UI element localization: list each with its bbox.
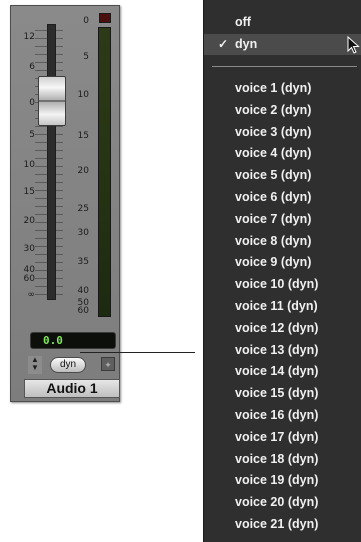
volume-display[interactable]: 0.0 [30,332,116,349]
level-meter [98,27,111,317]
menu-item[interactable]: voice 9 (dyn) [204,252,361,273]
menu-item[interactable]: off [204,12,361,33]
menu-item-label: voice 15 (dyn) [235,386,319,401]
menu-item[interactable]: voice 6 (dyn) [204,187,361,208]
track-name-label[interactable]: Audio 1 [24,379,120,398]
fader-scale-label: ∞ [27,290,36,300]
menu-item[interactable]: voice 7 (dyn) [204,209,361,230]
menu-item-label: voice 14 (dyn) [235,364,319,379]
volume-fader-handle[interactable] [38,76,66,126]
menu-item-label: voice 13 (dyn) [235,342,319,357]
meter-scale-label: 40 [77,286,89,296]
fader-scale-label: 12 [23,32,35,42]
automation-mode-button[interactable]: dyn [50,357,86,373]
menu-item-label: voice 12 (dyn) [235,320,319,335]
menu-item-label: voice 1 (dyn) [235,81,312,95]
fader-track[interactable] [47,24,56,300]
menu-item-label: voice 18 (dyn) [235,451,319,466]
menu-item[interactable]: voice 16 (dyn) [204,405,361,426]
up-down-stepper-icon[interactable]: ▲ ▼ [28,356,42,374]
fader-scale-label: 20 [23,216,35,226]
menu-item-label: voice 8 (dyn) [235,233,312,248]
meter-scale-label: 25 [77,204,89,214]
menu-item[interactable]: voice 14 (dyn) [204,361,361,382]
menu-item-label: voice 10 (dyn) [235,277,319,292]
menu-item[interactable]: voice 5 (dyn) [204,165,361,186]
menu-item[interactable]: voice 20 (dyn) [204,492,361,513]
menu-item[interactable]: voice 15 (dyn) [204,383,361,404]
menu-item-label: voice 4 (dyn) [235,146,312,161]
menu-item[interactable]: voice 13 (dyn) [204,340,361,361]
menu-item-label: voice 16 (dyn) [235,408,319,422]
fader-scale-label: 0 [29,98,35,108]
automation-mode-menu: off ✓ dyn voice 1 (dyn) voice 2 (dyn) voice 3… [203,0,361,542]
arrow-cursor-icon [347,36,360,54]
menu-item[interactable]: voice 19 (dyn) [204,470,361,491]
menu-item-label: dyn [235,37,258,51]
meter-scale-label: 60 [77,306,89,316]
menu-item[interactable]: voice 18 (dyn) [204,449,361,470]
meter-scale: 0 5 10 15 20 25 30 35 40 50 60 [71,16,89,316]
fader-scale-label: 15 [23,187,35,197]
meter-scale-label: 20 [77,166,89,176]
menu-item[interactable]: voice 4 (dyn) [204,143,361,164]
menu-item[interactable]: voice 1 (dyn) [204,78,361,99]
fader-scale-label: 5 [29,130,35,140]
menu-item[interactable]: voice 10 (dyn) [204,274,361,295]
fader-scale-label: 60 [23,274,35,284]
clip-indicator-led[interactable] [99,13,111,23]
menu-item[interactable]: voice 8 (dyn) [204,231,361,252]
menu-item-label: voice 3 (dyn) [235,124,312,139]
meter-scale-label: 10 [77,90,89,100]
channel-strip: 12 6 0 5 10 15 20 30 40 60 ∞ 0 5 10 15 20 25 30 35 40 50 60 … [10,5,120,402]
fader-scale-label: 6 [29,62,35,72]
menu-item-label: voice 5 (dyn) [235,168,312,183]
callout-line [80,352,195,353]
menu-item[interactable]: voice 3 (dyn) [204,122,361,143]
menu-item[interactable]: voice 11 (dyn) [204,296,361,317]
meter-scale-label: 5 [83,52,89,62]
meter-scale-label: 0 [83,16,89,26]
menu-item-label: voice 17 (dyn) [235,429,319,444]
menu-item-label: voice 19 (dyn) [235,473,319,488]
menu-item[interactable]: voice 12 (dyn) [204,318,361,339]
menu-item-label: off [235,15,251,29]
menu-item-label: voice 6 (dyn) [235,190,312,204]
menu-item-label: voice 21 (dyn) [235,517,319,531]
meter-scale-label: 30 [77,228,89,238]
fader-scale: 12 6 0 5 10 15 20 30 40 60 ∞ [21,26,35,306]
fader-scale-label: 30 [23,244,35,254]
checkmark-icon: ✓ [218,37,229,51]
menu-item-label: voice 7 (dyn) [235,211,312,226]
menu-item[interactable]: ✓ dyn [204,34,361,55]
meter-scale-label: 15 [77,131,89,141]
menu-item[interactable]: voice 21 (dyn) [204,514,361,535]
fader-scale-label: 10 [23,160,35,170]
mix-window-icon[interactable]: ✦ [101,357,115,371]
menu-separator [212,66,357,67]
menu-item-label: voice 11 (dyn) [235,299,318,313]
menu-item[interactable]: voice 17 (dyn) [204,427,361,448]
menu-item-label: voice 2 (dyn) [235,102,312,117]
menu-item[interactable]: voice 2 (dyn) [204,100,361,121]
menu-item-label: voice 9 (dyn) [235,255,312,270]
menu-item-label: voice 20 (dyn) [235,495,319,510]
meter-scale-label: 35 [77,257,89,267]
